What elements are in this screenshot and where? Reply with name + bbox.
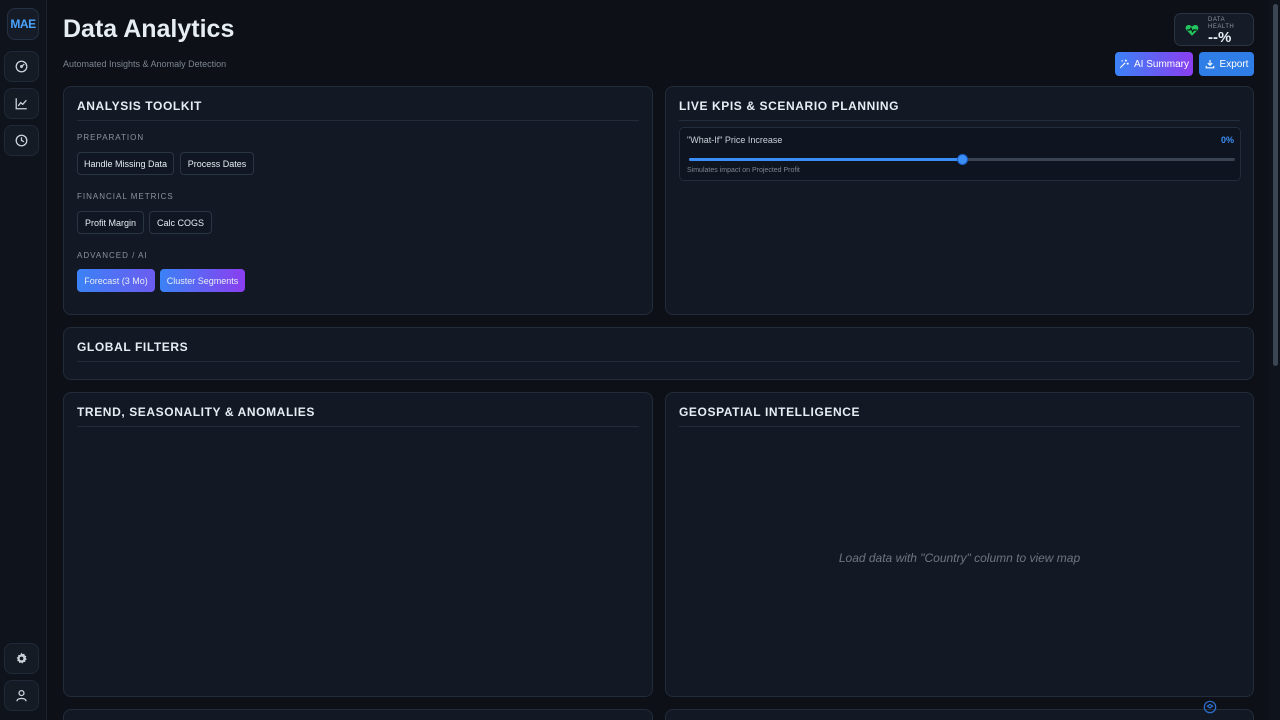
calc-cogs-button[interactable]: Calc COGS xyxy=(149,211,212,234)
map-placeholder: Load data with "Country" column to view … xyxy=(838,551,1081,565)
process-dates-button[interactable]: Process Dates xyxy=(180,152,254,175)
export-label: Export xyxy=(1219,58,1249,70)
app-logo[interactable]: MAE xyxy=(7,8,39,40)
export-button[interactable]: Export xyxy=(1199,52,1254,76)
handle-missing-data-button[interactable]: Handle Missing Data xyxy=(77,152,174,175)
ai-summary-label: AI Summary xyxy=(1133,58,1189,70)
profit-margin-button[interactable]: Profit Margin xyxy=(77,211,144,234)
gear-icon xyxy=(16,652,27,664)
lower-left-panel xyxy=(63,709,653,720)
nav-settings-button[interactable] xyxy=(4,643,39,674)
sidebar: MAE xyxy=(0,0,47,720)
dashboard-icon xyxy=(15,60,28,73)
slider-thumb[interactable] xyxy=(957,154,968,165)
nav-history-button[interactable] xyxy=(4,125,39,156)
section-label-advanced-ai: ADVANCED / AI xyxy=(77,251,148,260)
lower-right-panel xyxy=(665,709,1254,720)
section-label-preparation: PREPARATION xyxy=(77,133,145,142)
assistant-icon[interactable] xyxy=(1203,700,1217,714)
panel-title: ANALYSIS TOOLKIT xyxy=(77,99,639,121)
data-health-value: --% xyxy=(1208,29,1232,46)
slider-fill xyxy=(689,158,962,161)
cluster-segments-button[interactable]: Cluster Segments xyxy=(160,269,245,292)
panel-title: GLOBAL FILTERS xyxy=(77,340,1240,362)
panel-title: GEOSPATIAL INTELLIGENCE xyxy=(679,405,1240,427)
nav-dashboard-button[interactable] xyxy=(4,51,39,82)
scenario-hint: Simulates impact on Projected Profit xyxy=(687,167,800,174)
ai-summary-button[interactable]: AI Summary xyxy=(1115,52,1193,76)
user-icon xyxy=(16,689,27,702)
page-title: Data Analytics xyxy=(63,15,235,43)
page-subtitle: Automated Insights & Anomaly Detection xyxy=(63,59,227,69)
download-icon xyxy=(1205,59,1214,69)
scrollbar-thumb[interactable] xyxy=(1273,4,1278,366)
history-icon xyxy=(15,134,28,147)
panel-title: TREND, SEASONALITY & ANOMALIES xyxy=(77,405,639,427)
trend-panel: TREND, SEASONALITY & ANOMALIES xyxy=(63,392,653,697)
nav-profile-button[interactable] xyxy=(4,680,39,711)
analysis-toolkit-panel: ANALYSIS TOOLKIT PREPARATION Handle Miss… xyxy=(63,86,653,315)
geospatial-panel: GEOSPATIAL INTELLIGENCE Load data with "… xyxy=(665,392,1254,697)
nav-analytics-button[interactable] xyxy=(4,88,39,119)
page-scrollbar[interactable] xyxy=(1270,0,1280,720)
scenario-card: "What-If" Price Increase 0% Simulates im… xyxy=(679,127,1241,181)
global-filters-panel: GLOBAL FILTERS xyxy=(63,327,1254,380)
forecast-button[interactable]: Forecast (3 Mo) xyxy=(77,269,155,292)
heart-pulse-icon xyxy=(1185,24,1199,36)
magic-wand-icon xyxy=(1119,59,1129,69)
live-kpis-panel: LIVE KPIS & SCENARIO PLANNING "What-If" … xyxy=(665,86,1254,315)
panel-title: LIVE KPIS & SCENARIO PLANNING xyxy=(679,99,1240,121)
section-label-financial-metrics: FINANCIAL METRICS xyxy=(77,192,174,201)
scenario-label: "What-If" Price Increase xyxy=(687,135,783,145)
scenario-value: 0% xyxy=(1220,135,1234,145)
data-health-card: DATA HEALTH --% xyxy=(1174,13,1254,46)
price-increase-slider[interactable] xyxy=(689,154,1235,165)
line-chart-icon xyxy=(15,98,27,110)
